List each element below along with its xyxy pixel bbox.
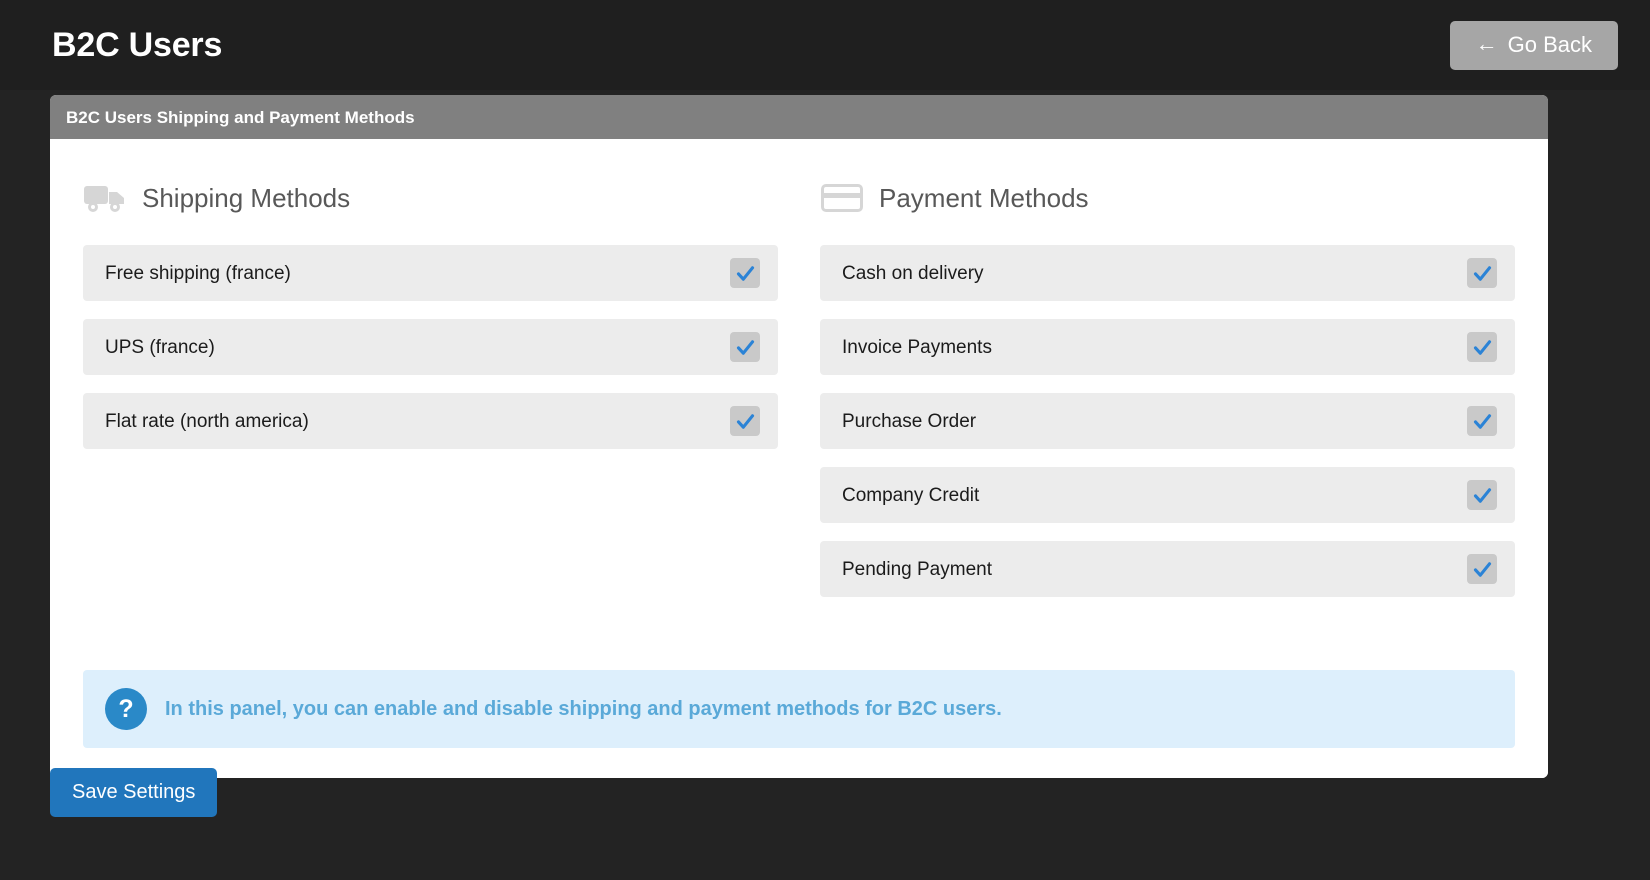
footer-actions: Save Settings [50,768,218,817]
method-label: Company Credit [842,484,980,506]
method-row[interactable]: Cash on delivery [820,245,1515,301]
truck-icon [84,183,126,213]
page-title: B2C Users [52,26,223,64]
shipping-section-header: Shipping Methods [83,175,778,221]
info-banner-text: In this panel, you can enable and disabl… [165,698,1002,720]
method-checkbox[interactable] [730,406,760,436]
method-label: Pending Payment [842,558,992,580]
shipping-methods-list: Free shipping (france) UPS (france) Flat r… [83,245,778,449]
card-title: B2C Users Shipping and Payment Methods [66,107,415,127]
method-checkbox[interactable] [1467,332,1497,362]
go-back-label: Go Back [1507,31,1592,57]
method-checkbox[interactable] [730,332,760,362]
method-checkbox[interactable] [730,258,760,288]
arrow-left-icon: ← [1475,30,1498,56]
shipping-section-title: Shipping Methods [142,183,351,213]
go-back-button[interactable]: ← Go Back [1449,20,1618,70]
method-label: Purchase Order [842,410,977,432]
method-row[interactable]: Company Credit [820,467,1515,523]
shipping-methods-column: Shipping Methods Free shipping (france) U… [83,175,778,615]
payment-section-header: Payment Methods [820,175,1515,221]
save-settings-button[interactable]: Save Settings [50,768,218,817]
info-banner: ? In this panel, you can enable and disa… [83,670,1515,748]
payment-methods-list: Cash on delivery Invoice Payments Purchase… [820,245,1515,597]
card-body: Shipping Methods Free shipping (france) U… [50,139,1548,778]
method-row[interactable]: Free shipping (france) [83,245,778,301]
method-row[interactable]: Purchase Order [820,393,1515,449]
method-label: UPS (france) [105,336,215,358]
method-label: Free shipping (france) [105,262,291,284]
method-checkbox[interactable] [1467,258,1497,288]
method-checkbox[interactable] [1467,406,1497,436]
card-header: B2C Users Shipping and Payment Methods [50,95,1548,139]
payment-section-title: Payment Methods [879,183,1089,213]
top-bar: B2C Users ← Go Back [0,0,1650,90]
method-checkbox[interactable] [1467,480,1497,510]
method-row[interactable]: Invoice Payments [820,319,1515,375]
payment-methods-column: Payment Methods Cash on delivery Invoice … [820,175,1515,615]
method-label: Invoice Payments [842,336,992,358]
methods-columns: Shipping Methods Free shipping (france) U… [83,175,1515,615]
method-row[interactable]: Pending Payment [820,541,1515,597]
method-row[interactable]: Flat rate (north america) [83,393,778,449]
credit-card-icon [821,182,863,214]
method-label: Flat rate (north america) [105,410,309,432]
app-root: B2C Users ← Go Back B2C Users Shipping a… [0,0,1650,880]
method-label: Cash on delivery [842,262,984,284]
settings-card: B2C Users Shipping and Payment Methods S… [50,95,1548,778]
method-row[interactable]: UPS (france) [83,319,778,375]
method-checkbox[interactable] [1467,554,1497,584]
question-mark-icon: ? [105,688,147,730]
